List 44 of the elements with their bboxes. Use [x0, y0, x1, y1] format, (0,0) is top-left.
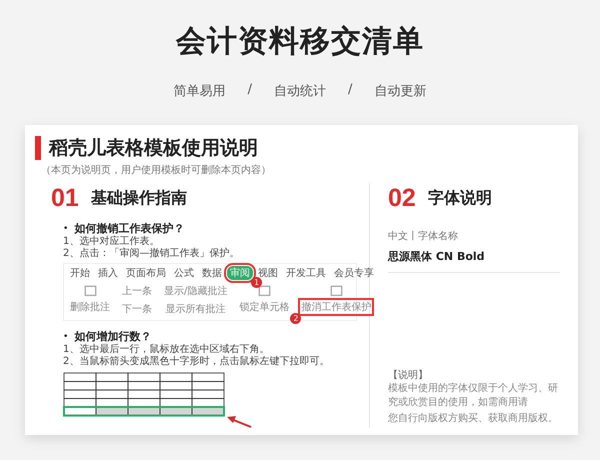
guide-step: 1、选中最后一行，鼠标放在选中区域右下角。 — [63, 344, 369, 356]
ribbon-tab[interactable]: 数据 — [199, 266, 225, 280]
ribbon-tool[interactable]: 锁定单元格 — [236, 298, 292, 316]
section-title: 字体说明 — [428, 188, 492, 208]
ribbon-tool[interactable]: 显示/隐藏批注 — [161, 282, 230, 300]
ribbon-tab[interactable]: 开始 — [67, 266, 93, 280]
section-number: 02 — [388, 184, 416, 212]
step-badge: 2 — [290, 312, 302, 324]
guide-question: 如何撤销工作表保护？ — [74, 221, 184, 236]
arrow-icon — [227, 416, 252, 428]
guide-step: 2、当鼠标箭头变成黑色十字形时，点击鼠标左键下拉即可。 — [63, 356, 369, 368]
ribbon-tool[interactable]: 显示所有批注 — [162, 300, 229, 318]
feature-label: 简单易用 — [174, 83, 226, 100]
ribbon-tab[interactable]: 页面布局 — [123, 266, 169, 280]
feature-label: 自动更新 — [374, 83, 426, 100]
font-label: 中文丨字体名称 — [388, 230, 459, 243]
font-name: 思源黑体 CN Bold — [388, 249, 560, 273]
ribbon-tab[interactable]: 开发工具 — [283, 266, 329, 280]
card-note: （本页为说明页，用户使用模板时可删除本页内容） — [41, 164, 272, 177]
notes-text: 模板中使用的字体仅限于个人学习、研究或欣赏目的使用，如需商用请 — [388, 382, 559, 410]
separator: / — [348, 82, 352, 99]
feature-label: 自动统计 — [274, 83, 326, 100]
step-badge: 1 — [251, 277, 262, 288]
bullet: • — [63, 224, 68, 234]
ribbon-tab[interactable]: 公式 — [171, 266, 197, 280]
ribbon-tool[interactable]: 上一条 — [119, 282, 155, 300]
guide-question: 如何增加行数？ — [74, 329, 152, 344]
notes-text: 您自行向版权方购买、获取商用版权。 — [388, 412, 559, 426]
page-title: 会计资料移交清单 — [176, 23, 424, 61]
separator: / — [248, 82, 252, 99]
card-title: 稻壳儿表格模板使用说明 — [49, 136, 258, 161]
accent-bar — [35, 136, 41, 160]
guide-step: 1、选中对应工作表。 — [63, 236, 369, 248]
notes-heading: 【说明】 — [388, 368, 429, 382]
section-title: 基础操作指南 — [90, 188, 187, 208]
bullet: • — [63, 332, 68, 342]
ribbon-tab[interactable]: 会员专享 — [331, 266, 377, 280]
ribbon-tool[interactable]: 删除批注 — [67, 298, 113, 316]
guide-step: 2、点击：「审阅—撤销工作表」保护。 — [63, 248, 369, 260]
ribbon-tab[interactable]: 视图 — [255, 266, 281, 280]
section-number: 01 — [51, 184, 79, 212]
ribbon-tab[interactable]: 插入 — [95, 266, 121, 280]
ribbon-tool[interactable]: 撤消工作表保护 — [298, 298, 374, 316]
ribbon-tool[interactable]: 下一条 — [119, 300, 155, 318]
